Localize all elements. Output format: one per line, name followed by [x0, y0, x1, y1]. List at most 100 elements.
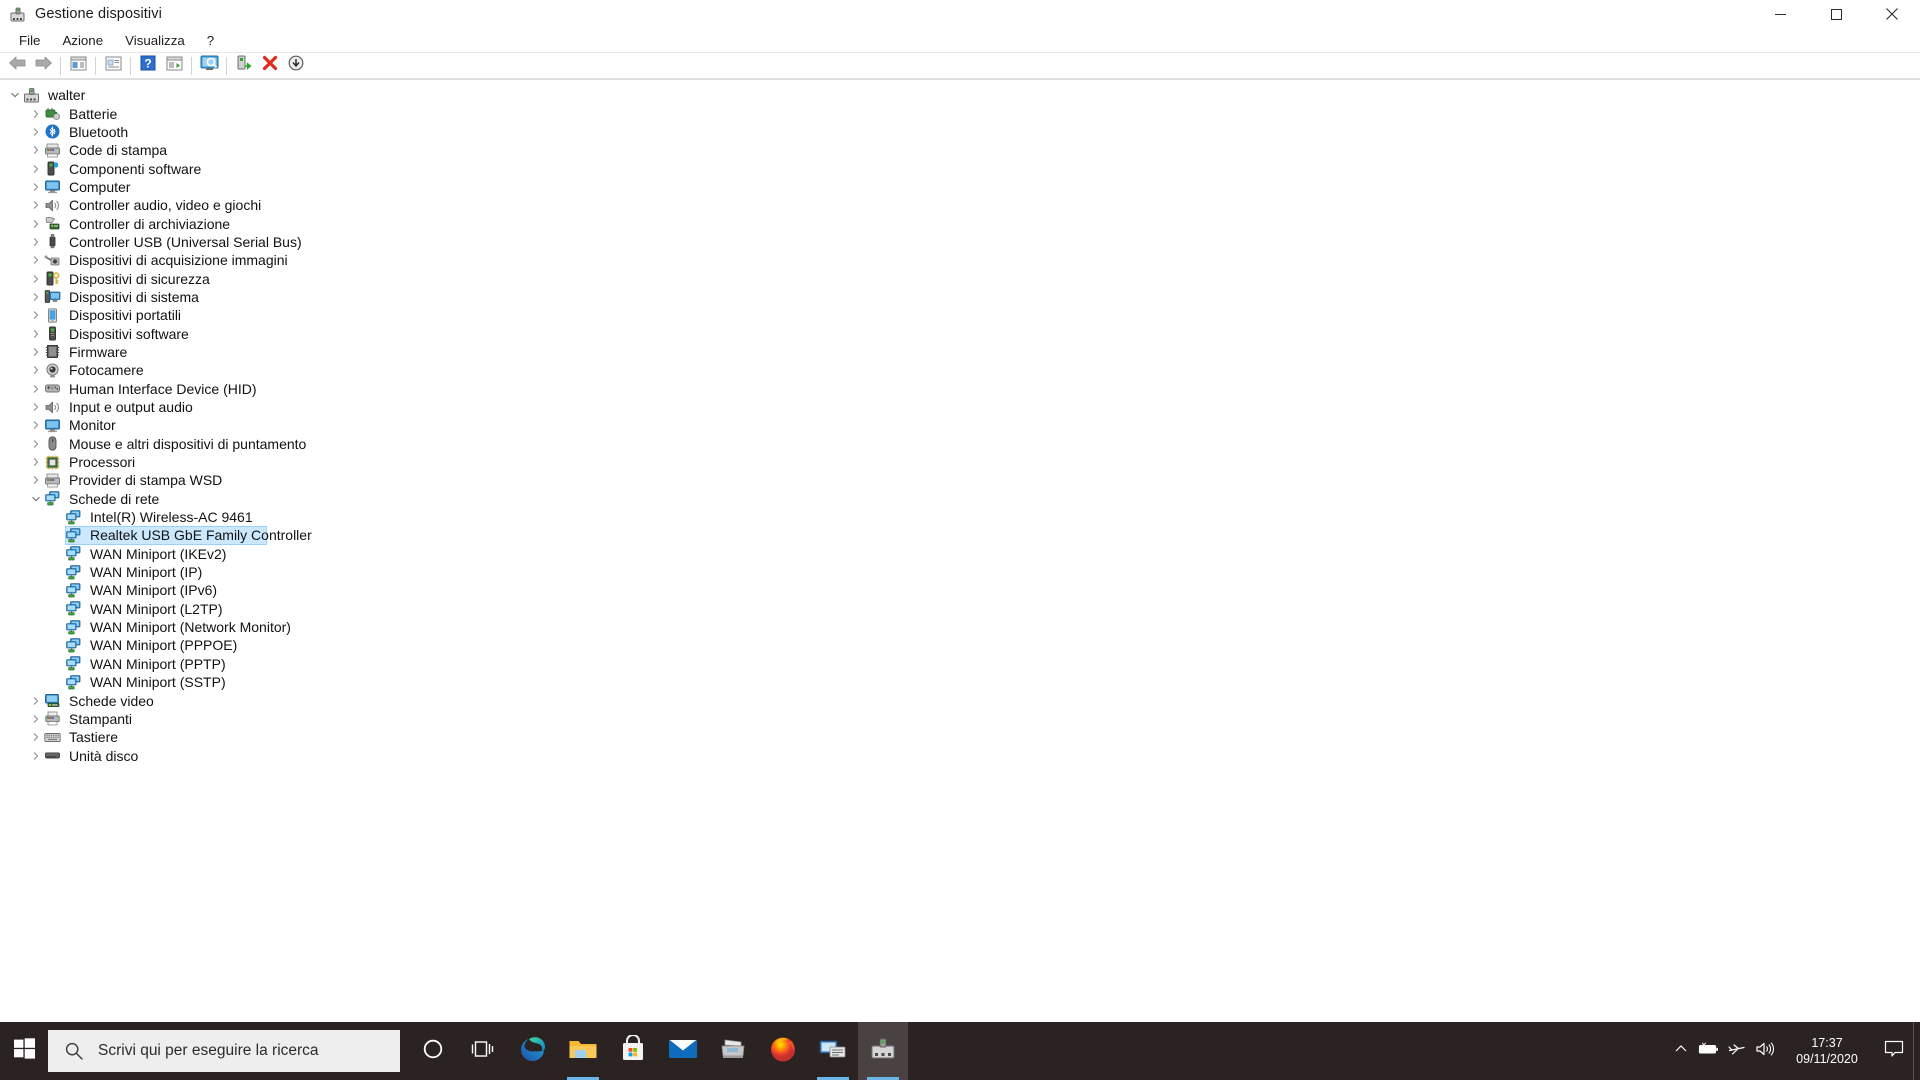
tree-item[interactable]: Provider di stampa WSD [0, 471, 1920, 489]
chevron-right-icon[interactable] [28, 417, 44, 433]
chevron-right-icon[interactable] [28, 307, 44, 323]
chevron-right-icon[interactable] [28, 362, 44, 378]
tray-battery[interactable] [1695, 1022, 1723, 1080]
taskbar-device-manager[interactable] [858, 1022, 908, 1080]
taskbar-mail[interactable] [658, 1022, 708, 1080]
tree-item[interactable]: Controller di archiviazione [0, 214, 1920, 232]
disable-device-button[interactable] [283, 54, 309, 78]
uninstall-device-button[interactable] [257, 54, 283, 78]
tree-item[interactable]: Bluetooth [0, 123, 1920, 141]
taskbar-task-view[interactable] [458, 1022, 508, 1080]
tree-item[interactable]: Schede di rete [0, 490, 1920, 508]
chevron-right-icon[interactable] [28, 326, 44, 342]
taskbar-clock[interactable]: 17:37 09/11/2020 [1779, 1022, 1875, 1080]
chevron-right-icon[interactable] [28, 106, 44, 122]
tree-item[interactable]: WAN Miniport (PPTP) [0, 655, 1920, 673]
tree-item[interactable]: Componenti software [0, 159, 1920, 177]
tree-item[interactable]: Firmware [0, 343, 1920, 361]
tree-item[interactable]: Schede video [0, 691, 1920, 709]
tree-item[interactable]: Computer [0, 178, 1920, 196]
forward-button[interactable] [30, 54, 56, 78]
chevron-right-icon[interactable] [28, 748, 44, 764]
taskbar-file-explorer[interactable] [558, 1022, 608, 1080]
tree-item[interactable]: Dispositivi portatili [0, 306, 1920, 324]
tray-volume[interactable] [1751, 1022, 1779, 1080]
chevron-right-icon[interactable] [28, 142, 44, 158]
tree-item[interactable]: Dispositivi software [0, 324, 1920, 342]
maximize-button[interactable] [1808, 0, 1864, 29]
chevron-right-icon[interactable] [28, 234, 44, 250]
menu-visualizza[interactable]: Visualizza [114, 31, 196, 50]
minimize-button[interactable] [1752, 0, 1808, 29]
tree-item[interactable]: Controller USB (Universal Serial Bus) [0, 233, 1920, 251]
tree-item[interactable]: WAN Miniport (SSTP) [0, 673, 1920, 691]
tree-item[interactable]: WAN Miniport (PPPOE) [0, 636, 1920, 654]
chevron-right-icon[interactable] [28, 472, 44, 488]
show-desktop-button[interactable] [1913, 1022, 1920, 1080]
action-center-button[interactable] [1875, 1022, 1913, 1080]
chevron-right-icon[interactable] [28, 216, 44, 232]
tree-item[interactable]: Tastiere [0, 728, 1920, 746]
tree-item[interactable]: walter [0, 86, 1920, 104]
chevron-right-icon[interactable] [28, 271, 44, 287]
chevron-right-icon[interactable] [28, 179, 44, 195]
tree-item[interactable]: Mouse e altri dispositivi di puntamento [0, 435, 1920, 453]
tray-show-hidden-icons[interactable] [1667, 1022, 1695, 1080]
start-button[interactable] [0, 1022, 48, 1080]
chevron-right-icon[interactable] [28, 729, 44, 745]
chevron-right-icon[interactable] [28, 124, 44, 140]
tree-item[interactable]: Dispositivi di sistema [0, 288, 1920, 306]
chevron-right-icon[interactable] [28, 197, 44, 213]
taskbar-microsoft-store[interactable] [608, 1022, 658, 1080]
taskbar-remote-desktop[interactable] [808, 1022, 858, 1080]
taskbar-search-box[interactable]: Scrivi qui per eseguire la ricerca [48, 1030, 400, 1072]
tree-item[interactable]: WAN Miniport (Network Monitor) [0, 618, 1920, 636]
taskbar-firefox[interactable] [758, 1022, 808, 1080]
chevron-down-icon[interactable] [28, 491, 44, 507]
chevron-right-icon[interactable] [28, 344, 44, 360]
tree-item[interactable]: Processori [0, 453, 1920, 471]
device-tree[interactable]: walter Batterie Bluetooth Code di stampa Com… [0, 80, 1920, 1022]
tree-item[interactable]: WAN Miniport (IPv6) [0, 581, 1920, 599]
chevron-right-icon[interactable] [28, 399, 44, 415]
properties-button[interactable] [100, 54, 126, 78]
chevron-right-icon[interactable] [28, 252, 44, 268]
help-button[interactable]: ? [135, 54, 161, 78]
tree-item[interactable]: WAN Miniport (IKEv2) [0, 545, 1920, 563]
taskbar-fax-scan[interactable] [708, 1022, 758, 1080]
tree-item[interactable]: Intel(R) Wireless-AC 9461 [0, 508, 1920, 526]
tree-item[interactable]: Code di stampa [0, 141, 1920, 159]
tree-item[interactable]: Input e output audio [0, 398, 1920, 416]
scan-hardware-changes-button[interactable] [196, 54, 222, 78]
taskbar-edge[interactable] [508, 1022, 558, 1080]
tree-item[interactable]: Dispositivi di sicurezza [0, 269, 1920, 287]
chevron-right-icon[interactable] [28, 289, 44, 305]
tree-item[interactable]: Monitor [0, 416, 1920, 434]
chevron-right-icon[interactable] [28, 436, 44, 452]
chevron-right-icon[interactable] [28, 381, 44, 397]
close-button[interactable] [1864, 0, 1920, 29]
menu-file[interactable]: File [8, 31, 51, 50]
tree-item[interactable]: Controller audio, video e giochi [0, 196, 1920, 214]
tree-item[interactable]: Batterie [0, 104, 1920, 122]
chevron-down-icon[interactable] [7, 87, 23, 103]
tree-item[interactable]: Human Interface Device (HID) [0, 380, 1920, 398]
tree-item[interactable]: Stampanti [0, 710, 1920, 728]
tree-item[interactable]: WAN Miniport (IP) [0, 563, 1920, 581]
chevron-right-icon[interactable] [28, 711, 44, 727]
tray-airplane-mode[interactable] [1723, 1022, 1751, 1080]
tree-item[interactable]: Fotocamere [0, 361, 1920, 379]
taskbar-cortana[interactable] [408, 1022, 458, 1080]
show-hide-console-tree-button[interactable] [65, 54, 91, 78]
tree-item[interactable]: Dispositivi di acquisizione immagini [0, 251, 1920, 269]
menu-help[interactable]: ? [196, 31, 225, 50]
update-driver-button[interactable] [231, 54, 257, 78]
tree-item[interactable]: WAN Miniport (L2TP) [0, 600, 1920, 618]
back-button[interactable] [4, 54, 30, 78]
chevron-right-icon[interactable] [28, 454, 44, 470]
tree-item-selected[interactable]: Realtek USB GbE Family Controller [0, 526, 1920, 545]
chevron-right-icon[interactable] [28, 693, 44, 709]
show-hide-action-pane-button[interactable] [161, 54, 187, 78]
menu-azione[interactable]: Azione [51, 31, 114, 50]
tree-item[interactable]: Unità disco [0, 746, 1920, 764]
